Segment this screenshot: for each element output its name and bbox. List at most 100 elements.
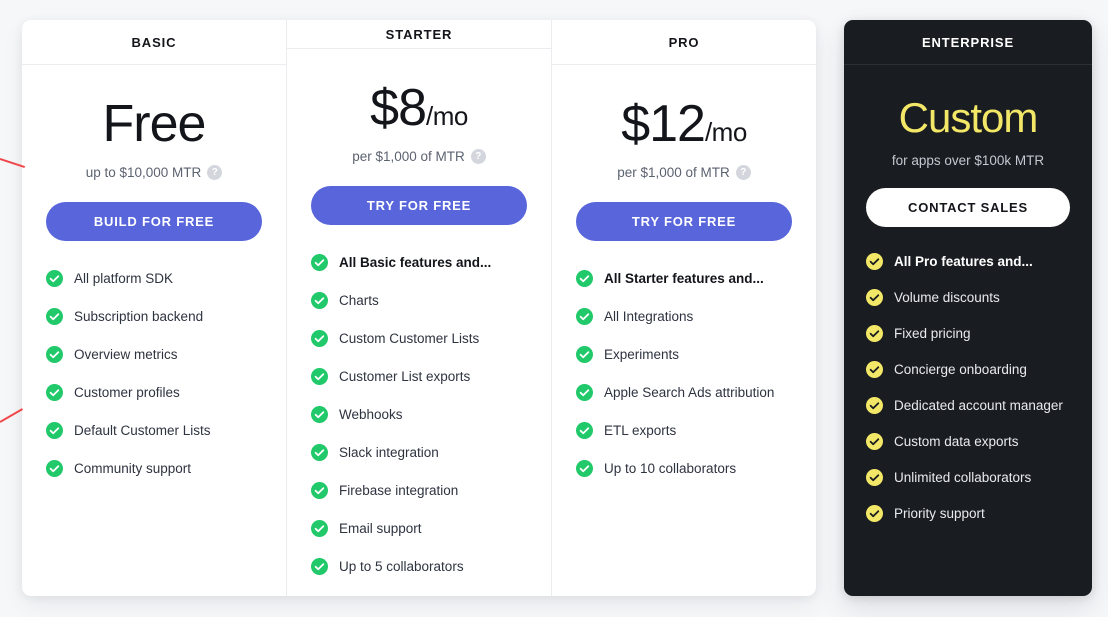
list-item: Experiments	[576, 346, 792, 363]
list-item: Customer List exports	[311, 368, 527, 385]
price-period-pro: /mo	[704, 117, 747, 147]
check-circle-icon	[46, 346, 63, 363]
price-note-text-starter: per $1,000 of MTR	[352, 149, 465, 164]
question-mark-icon[interactable]: ?	[470, 149, 486, 164]
check-circle-icon	[576, 308, 593, 325]
list-item: ETL exports	[576, 422, 792, 439]
check-circle-icon	[576, 460, 593, 477]
list-item: All Integrations	[576, 308, 792, 325]
plan-header-basic: BASIC	[22, 20, 286, 65]
list-item: Dedicated account manager	[866, 397, 1070, 414]
feature-label: Email support	[339, 521, 422, 536]
list-item: Overview metrics	[46, 346, 262, 363]
feature-label: Community support	[74, 461, 192, 476]
cta-button-starter[interactable]: TRY FOR FREE	[311, 186, 527, 225]
check-circle-icon	[311, 254, 328, 271]
check-circle-icon	[576, 346, 593, 363]
cta-button-enterprise[interactable]: CONTACT SALES	[866, 188, 1070, 227]
check-circle-icon	[46, 460, 63, 477]
plan-price-starter: $8/mo	[311, 82, 527, 134]
plan-header-pro: PRO	[552, 20, 816, 65]
pricing-table: BASIC Free up to $10,000 MTR ? BUILD FOR…	[22, 20, 1092, 598]
price-block-basic: Free up to $10,000 MTR ?	[46, 65, 262, 180]
feature-list-pro: All Starter features and... All Integrat…	[576, 270, 792, 498]
price-note-text-pro: per $1,000 of MTR	[617, 165, 730, 180]
price-note-starter: per $1,000 of MTR ?	[311, 149, 527, 164]
plan-header-enterprise: ENTERPRISE	[844, 20, 1092, 65]
list-item: Custom Customer Lists	[311, 330, 527, 347]
feature-label: All Starter features and...	[604, 271, 764, 286]
feature-label: Priority support	[894, 506, 985, 521]
list-item: All Basic features and...	[311, 254, 527, 271]
plan-body-starter: $8/mo per $1,000 of MTR ? TRY FOR FREE A…	[287, 49, 551, 596]
plan-column-pro: PRO $12/mo per $1,000 of MTR ? TRY FOR F…	[551, 20, 816, 596]
feature-label: All Pro features and...	[894, 254, 1033, 269]
check-circle-icon	[46, 270, 63, 287]
feature-label: Volume discounts	[894, 290, 1000, 305]
feature-label: Up to 10 collaborators	[604, 461, 737, 476]
list-item: Fixed pricing	[866, 325, 1070, 342]
list-item: Up to 5 collaborators	[311, 558, 527, 575]
feature-label: Customer profiles	[74, 385, 180, 400]
list-item: Up to 10 collaborators	[576, 460, 792, 477]
plan-header-starter: STARTER	[287, 20, 551, 49]
list-item: Email support	[311, 520, 527, 537]
plan-column-starter: STARTER $8/mo per $1,000 of MTR ? TRY FO…	[286, 20, 551, 596]
feature-label: Apple Search Ads attribution	[604, 385, 775, 400]
plan-price-basic: Free	[46, 98, 262, 150]
feature-label: Default Customer Lists	[74, 423, 211, 438]
plan-body-enterprise: Custom for apps over $100k MTR CONTACT S…	[844, 65, 1092, 596]
cta-button-pro[interactable]: TRY FOR FREE	[576, 202, 792, 241]
feature-label: Custom data exports	[894, 434, 1019, 449]
price-block-enterprise: Custom for apps over $100k MTR	[866, 65, 1070, 169]
list-item: Subscription backend	[46, 308, 262, 325]
feature-label: Up to 5 collaborators	[339, 559, 464, 574]
feature-label: Slack integration	[339, 445, 439, 460]
feature-label: Fixed pricing	[894, 326, 971, 341]
question-mark-icon[interactable]: ?	[735, 165, 751, 180]
check-circle-icon	[311, 558, 328, 575]
price-amount-pro: $12	[621, 95, 706, 153]
list-item: All platform SDK	[46, 270, 262, 287]
check-circle-icon	[311, 520, 328, 537]
list-item: Custom data exports	[866, 433, 1070, 450]
feature-label: Webhooks	[339, 407, 403, 422]
check-circle-icon	[576, 270, 593, 287]
cta-button-basic[interactable]: BUILD FOR FREE	[46, 202, 262, 241]
feature-label: Charts	[339, 293, 379, 308]
check-circle-icon	[866, 505, 883, 522]
list-item: Priority support	[866, 505, 1070, 522]
plan-name-basic: BASIC	[131, 34, 177, 50]
feature-list-enterprise: All Pro features and... Volume discounts…	[866, 253, 1070, 541]
list-item: Firebase integration	[311, 482, 527, 499]
check-circle-icon	[46, 308, 63, 325]
feature-label: Unlimited collaborators	[894, 470, 1032, 485]
plan-price-enterprise: Custom	[866, 97, 1070, 139]
check-circle-icon	[866, 469, 883, 486]
check-circle-icon	[46, 384, 63, 401]
question-mark-icon[interactable]: ?	[207, 165, 223, 180]
list-item: Volume discounts	[866, 289, 1070, 306]
feature-label: All Basic features and...	[339, 255, 492, 270]
price-block-starter: $8/mo per $1,000 of MTR ?	[311, 49, 527, 164]
list-item: All Pro features and...	[866, 253, 1070, 270]
plan-body-basic: Free up to $10,000 MTR ? BUILD FOR FREE …	[22, 65, 286, 596]
check-circle-icon	[866, 361, 883, 378]
feature-label: Dedicated account manager	[894, 398, 1063, 413]
plan-name-pro: PRO	[668, 34, 700, 50]
feature-label: Customer List exports	[339, 369, 471, 384]
plan-column-enterprise: ENTERPRISE Custom for apps over $100k MT…	[844, 20, 1092, 596]
price-period-starter: /mo	[426, 101, 468, 131]
price-note-text-basic: up to $10,000 MTR	[85, 165, 202, 180]
check-circle-icon	[866, 397, 883, 414]
list-item: Default Customer Lists	[46, 422, 262, 439]
check-circle-icon	[576, 384, 593, 401]
list-item: Customer profiles	[46, 384, 262, 401]
list-item: Webhooks	[311, 406, 527, 423]
check-circle-icon	[311, 330, 328, 347]
check-circle-icon	[866, 325, 883, 342]
feature-label: All platform SDK	[74, 271, 174, 286]
feature-label: Subscription backend	[74, 309, 204, 324]
feature-label: Concierge onboarding	[894, 362, 1027, 377]
list-item: Charts	[311, 292, 527, 309]
